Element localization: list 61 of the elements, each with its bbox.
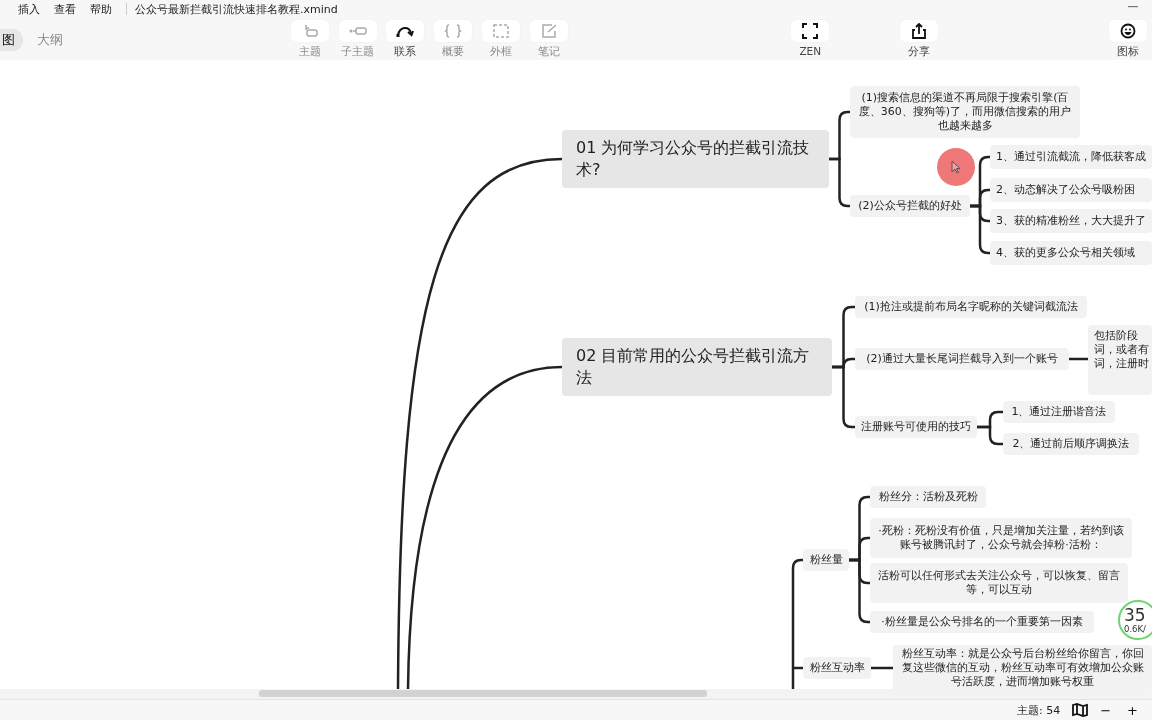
speed-rate: 0.6K/: [1124, 624, 1146, 634]
subtopic[interactable]: (2)通过大量长尾词拦截导入到一个账号: [855, 348, 1069, 370]
subtopic[interactable]: 粉丝分：活粉及死粉: [870, 486, 986, 508]
menu-item[interactable]: 插入: [18, 1, 40, 17]
subtopic[interactable]: 1、通过引流截流，降低获客成: [990, 145, 1152, 169]
tool-button[interactable]: [386, 20, 425, 42]
subtopic[interactable]: 粉丝互动率: [803, 657, 871, 679]
topic-count: 主题: 54: [1017, 702, 1061, 718]
view-tab[interactable]: 图: [0, 29, 23, 51]
dashed-frame-icon: [492, 24, 511, 38]
subtopic-icon: [348, 24, 367, 38]
connector-line: [977, 425, 1003, 446]
note-icon: [540, 24, 559, 38]
subtopic[interactable]: 2、通过前后顺序调换法: [1003, 433, 1139, 455]
subtopic[interactable]: 粉丝量: [803, 549, 849, 571]
connector-line: [871, 666, 893, 670]
tool-button[interactable]: [900, 20, 939, 42]
tool-label: 子主题: [341, 45, 375, 59]
scrollbar-thumb[interactable]: [259, 690, 707, 697]
tool-label: 联系: [394, 45, 417, 59]
subtopic[interactable]: 4、获的更多公众号相关领域: [990, 241, 1152, 265]
subtopic[interactable]: 2、动态解决了公众号吸粉困: [990, 178, 1152, 202]
view-tab[interactable]: 大纲: [29, 29, 71, 51]
subtopic[interactable]: 1、通过注册谐音法: [1003, 401, 1115, 423]
menu-item[interactable]: 查看: [54, 1, 76, 17]
subtopic[interactable]: ·粉丝量是公众号排名的一个重要第一因素: [870, 611, 1094, 633]
speed-value: 35: [1124, 606, 1146, 624]
subtopic[interactable]: (1)搜索信息的渠道不再局限于搜索引擎(百度、360、搜狗等)了，而用微信搜索的用户也越来越多: [850, 86, 1080, 138]
tool-label: 分享: [908, 45, 931, 59]
tool-label: 笔记: [538, 45, 561, 59]
tool-label: 图标: [1117, 45, 1140, 59]
subtopic[interactable]: 包括阶段 词，或者有 词，注册时: [1088, 325, 1152, 395]
tool-label: ZEN: [799, 45, 822, 57]
smiley-icon: [1120, 23, 1137, 39]
share-icon: [911, 23, 928, 39]
braces-icon: [444, 24, 463, 38]
tool-label: 概要: [442, 45, 465, 59]
tool-label: 主题: [298, 45, 321, 59]
tool-button[interactable]: [1109, 20, 1148, 42]
menu-item[interactable]: 帮助: [90, 1, 112, 17]
connector-line: [829, 157, 850, 208]
subtopic[interactable]: 粉丝互动率：就是公众号后台粉丝给你留言，你回复这些微信的互动，粉丝互动率可有效增加公众账号活跃度，进而增加账号权重: [893, 645, 1152, 689]
pointer-icon: [951, 160, 961, 174]
main-topic[interactable]: 02 目前常用的公众号拦截引流方法: [562, 338, 832, 396]
minimize-icon[interactable]: [1128, 6, 1138, 8]
subtopic[interactable]: (2)公众号拦截的好处: [850, 195, 970, 217]
subtopic[interactable]: 活粉可以任何形式去关注公众号，可以恢复、留言等，可以互动: [870, 563, 1128, 603]
fullscreen-icon: [802, 23, 819, 39]
tool-button[interactable]: [791, 20, 830, 42]
tool-label: 外框: [490, 45, 513, 59]
file-title: 公众号最新拦截引流快速排名教程.xmind: [135, 1, 338, 17]
zoom-out-button[interactable]: −: [1096, 702, 1116, 718]
map-icon[interactable]: [1072, 703, 1089, 717]
curved-arrow-icon: [396, 24, 415, 38]
subtopic[interactable]: 注册账号可使用的技巧: [855, 416, 977, 438]
zoom-in-button[interactable]: +: [1123, 702, 1142, 718]
subtopic[interactable]: (1)抢注或提前布局名字昵称的关键词截流法: [855, 296, 1087, 318]
connector-line: [1069, 357, 1088, 361]
subtopic[interactable]: 3、获的精准粉丝，大大提升了: [990, 209, 1152, 233]
main-topic[interactable]: 01 为何学习公众号的拦截引流技术?: [562, 130, 829, 188]
subtopic[interactable]: ·死粉：死粉没有价值，只是增加关注量，若约到该账号被腾讯封了，公众号就会掉粉·活粉：: [870, 518, 1132, 558]
